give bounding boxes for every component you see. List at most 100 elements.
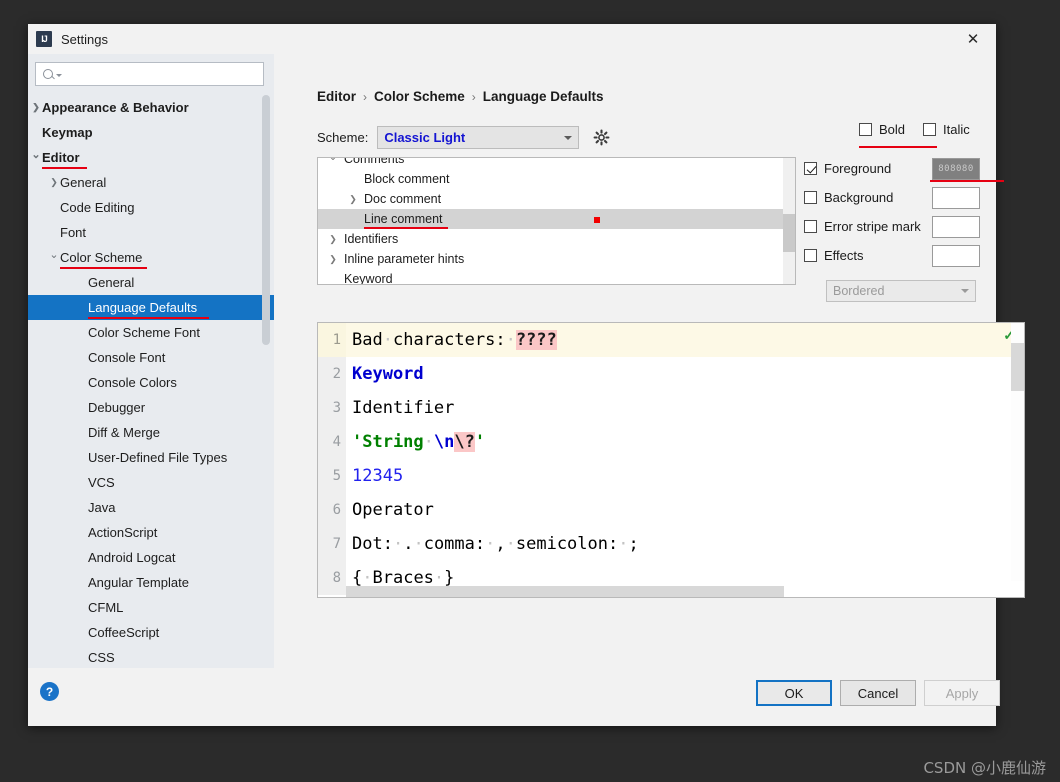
sidebar-tree[interactable]: ❯ Appearance & Behavior Keymap ⌄ Editor ❯ Gene… [28, 95, 274, 687]
chevron-right-icon[interactable]: ❯ [326, 234, 340, 244]
effects-checkbox[interactable] [804, 249, 817, 262]
code-token: · [423, 432, 434, 452]
gear-icon[interactable] [593, 129, 611, 147]
background-checkbox[interactable] [804, 191, 817, 204]
sidebar-item-color-scheme[interactable]: ⌄ Color Scheme [28, 245, 274, 270]
foreground-checkbox[interactable] [804, 162, 817, 175]
attribute-tree-panel[interactable]: ⌄ Comments Block comment ❯ Doc comment Line c… [317, 157, 796, 285]
sidebar-item-code-editing[interactable]: Code Editing [28, 195, 274, 220]
sidebar-item-general[interactable]: ❯ General [28, 170, 274, 195]
annotation-underline [42, 167, 88, 169]
code-token: Identifier [352, 398, 455, 418]
background-color-swatch[interactable] [932, 186, 980, 209]
search-box[interactable] [35, 62, 264, 86]
scheme-select[interactable]: Classic Light [377, 126, 580, 149]
sidebar-item-user-defined-file-types[interactable]: User-Defined File Types [28, 445, 274, 470]
sidebar-item-general[interactable]: General [28, 270, 274, 295]
help-icon[interactable]: ? [40, 682, 59, 701]
sidebar-item-css[interactable]: CSS [28, 645, 274, 670]
line-number: 3 [318, 391, 346, 425]
sidebar-item-keymap[interactable]: Keymap [28, 120, 274, 145]
breadcrumb-item[interactable]: Language Defaults [483, 89, 604, 104]
foreground-row[interactable]: Foreground 808080 [804, 154, 1004, 183]
sidebar-item-cfml[interactable]: CFML [28, 595, 274, 620]
foreground-color-swatch[interactable]: 808080 [932, 157, 980, 180]
sidebar-item-java[interactable]: Java [28, 495, 274, 520]
settings-content: Editor › Color Scheme › Language Defaults Sc… [274, 54, 1025, 698]
italic-checkbox[interactable] [923, 123, 937, 136]
chevron-right-icon[interactable]: ❯ [326, 254, 340, 264]
effects-color-swatch[interactable] [932, 244, 980, 267]
code-token: Dot: [352, 534, 393, 554]
error-stripe-color-swatch[interactable] [932, 215, 980, 238]
sidebar-item-console-font[interactable]: Console Font [28, 345, 274, 370]
bold-checkbox[interactable] [859, 123, 872, 136]
code-line-text: 12345 [346, 466, 403, 486]
background-row[interactable]: Background [804, 183, 994, 212]
attribute-scrollbar-thumb[interactable] [783, 214, 795, 252]
attribute-list[interactable]: ⌄ Comments Block comment ❯ Doc comment Line c… [318, 158, 795, 284]
attribute-row[interactable]: ❯ Inline parameter hints [318, 249, 795, 269]
sidebar-item-font[interactable]: Font [28, 220, 274, 245]
attribute-row[interactable]: ⌄ Comments [318, 158, 795, 169]
chevron-right-icon[interactable]: ❯ [48, 178, 60, 187]
code-line-text: {·Braces·} [346, 568, 454, 588]
sidebar-scrollbar-thumb[interactable] [262, 95, 270, 345]
close-icon[interactable]: ✕ [950, 24, 996, 54]
italic-checkbox-row[interactable]: Italic [859, 122, 970, 148]
code-token: · [505, 534, 516, 554]
code-token: · [505, 330, 516, 350]
attribute-scrollbar[interactable] [783, 158, 795, 284]
sidebar-item-label: Color Scheme Font [88, 325, 200, 340]
attribute-row[interactable]: Keyword [318, 269, 795, 284]
bold-checkbox-row[interactable]: Bold [859, 122, 905, 137]
sidebar-item-appearance-behavior[interactable]: ❯ Appearance & Behavior [28, 95, 274, 120]
code-token: , [495, 534, 506, 554]
breadcrumb-item[interactable]: Editor [317, 89, 356, 104]
chevron-right-icon[interactable]: ❯ [346, 194, 360, 204]
error-stripe-checkbox[interactable] [804, 220, 817, 233]
code-token: ; [628, 534, 639, 554]
code-token: Operator [352, 500, 434, 520]
search-input[interactable] [66, 64, 263, 84]
preview-vertical-scrollbar[interactable] [1011, 323, 1024, 581]
line-number: 6 [318, 493, 346, 527]
sidebar-item-language-defaults[interactable]: Language Defaults [28, 295, 274, 320]
chevron-down-icon[interactable]: ⌄ [326, 158, 340, 163]
code-token: semicolon: [515, 534, 619, 554]
sidebar-item-diff-merge[interactable]: Diff & Merge [28, 420, 274, 445]
sidebar-item-actionscript[interactable]: ActionScript [28, 520, 274, 545]
code-line-text: Bad·characters:·???? [346, 330, 557, 350]
preview-horizontal-scrollbar-thumb[interactable] [346, 586, 784, 597]
attribute-row[interactable]: Block comment [318, 169, 795, 189]
code-token: ???? [515, 330, 557, 350]
attribute-row[interactable]: ❯ Identifiers [318, 229, 795, 249]
code-line-text: Operator [346, 500, 434, 520]
chevron-right-icon[interactable]: ❯ [30, 103, 42, 112]
attribute-row[interactable]: ❯ Doc comment [318, 189, 795, 209]
sidebar-item-debugger[interactable]: Debugger [28, 395, 274, 420]
preview-vertical-scrollbar-thumb[interactable] [1011, 343, 1024, 391]
sidebar-item-color-scheme-font[interactable]: Color Scheme Font [28, 320, 274, 345]
breadcrumb-separator: › [363, 89, 367, 104]
sidebar-scrollbar[interactable] [262, 95, 272, 687]
apply-button: Apply [924, 680, 1000, 706]
chevron-down-icon[interactable]: ⌄ [48, 249, 60, 261]
effects-row[interactable]: Effects [804, 241, 994, 270]
sidebar-item-android-logcat[interactable]: Android Logcat [28, 545, 274, 570]
attribute-row[interactable]: Line comment [318, 209, 795, 229]
chevron-down-icon[interactable]: ⌄ [30, 149, 42, 161]
cancel-button[interactable]: Cancel [840, 680, 916, 706]
code-lines: 1 Bad·characters:·???? 2 Keyword 3 Identifier… [318, 323, 1024, 595]
error-stripe-row[interactable]: Error stripe mark [804, 212, 994, 241]
code-token: · [618, 534, 629, 554]
sidebar-item-coffeescript[interactable]: CoffeeScript [28, 620, 274, 645]
sidebar-item-console-colors[interactable]: Console Colors [28, 370, 274, 395]
sidebar-item-angular-template[interactable]: Angular Template [28, 570, 274, 595]
sidebar-item-editor[interactable]: ⌄ Editor [28, 145, 274, 170]
breadcrumb-item[interactable]: Color Scheme [374, 89, 465, 104]
attribute-label: Line comment [364, 212, 443, 226]
sidebar-item-vcs[interactable]: VCS [28, 470, 274, 495]
code-preview[interactable]: 1 Bad·characters:·???? 2 Keyword 3 Identifier… [317, 322, 1025, 598]
ok-button[interactable]: OK [756, 680, 832, 706]
